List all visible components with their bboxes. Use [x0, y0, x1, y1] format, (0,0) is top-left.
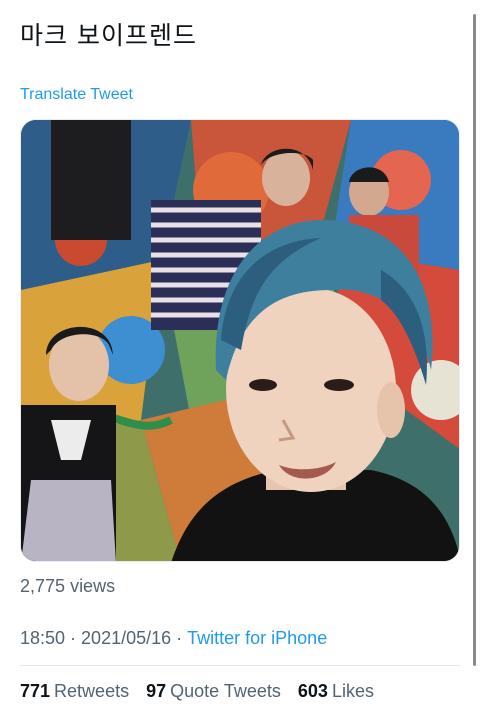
tweet-text: 마크 보이프렌드 — [20, 21, 197, 50]
quote-tweets-stat[interactable]: 97 Quote Tweets — [146, 681, 281, 702]
tweet-time[interactable]: 18:50 — [20, 628, 65, 648]
divider — [20, 665, 460, 666]
likes-label: Likes — [331, 681, 374, 701]
engagement-stats: 771 Retweets 97 Quote Tweets 603 Likes — [20, 681, 386, 702]
meta-separator: · — [176, 628, 183, 648]
retweets-stat[interactable]: 771 Retweets — [20, 681, 129, 702]
views-number: 2,775 — [20, 576, 66, 596]
tweet-media-photo[interactable] — [20, 119, 460, 562]
likes-stat[interactable]: 603 Likes — [298, 681, 374, 702]
meta-separator: · — [70, 628, 77, 648]
tweet-date[interactable]: 2021/05/16 — [81, 628, 171, 648]
scrollbar[interactable] — [473, 14, 476, 666]
view-count: 2,775 views — [20, 576, 115, 597]
retweets-label: Retweets — [54, 681, 130, 701]
quote-tweets-count: 97 — [146, 681, 167, 701]
translate-tweet-link[interactable]: Translate Tweet — [20, 86, 133, 104]
retweets-count: 771 — [20, 681, 51, 701]
views-label: views — [70, 576, 116, 596]
likes-count: 603 — [297, 681, 328, 701]
tweet-source-link[interactable]: Twitter for iPhone — [187, 628, 327, 648]
tweet-metadata: 18:50 · 2021/05/16 · Twitter for iPhone — [20, 628, 327, 649]
quote-tweets-label: Quote Tweets — [170, 681, 281, 701]
